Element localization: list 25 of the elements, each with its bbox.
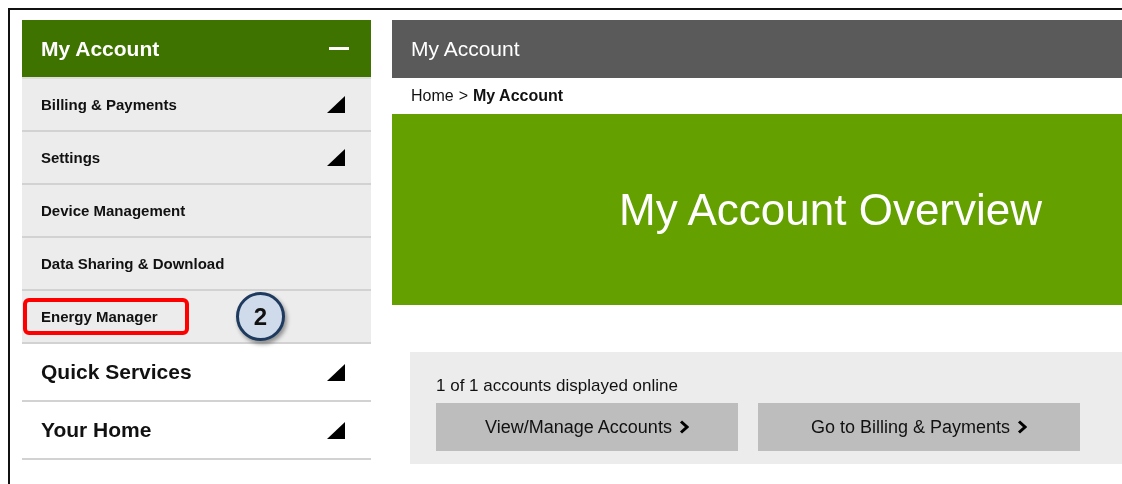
step-badge: 2 bbox=[236, 292, 285, 341]
sidebar-section[interactable]: Your Home bbox=[22, 402, 371, 460]
sidebar-item[interactable]: Billing & Payments bbox=[22, 79, 371, 132]
banner-title: My Account Overview bbox=[619, 184, 1043, 235]
action-button[interactable]: Go to Billing & Payments bbox=[758, 403, 1080, 451]
menu-label: Device Management bbox=[41, 201, 186, 221]
action-button[interactable]: View/Manage Accounts bbox=[436, 403, 738, 451]
sidebar-item[interactable]: Settings bbox=[22, 132, 371, 185]
sidebar-title: My Account bbox=[41, 36, 160, 61]
sidebar-item[interactable]: Energy Manager 2 bbox=[22, 291, 371, 344]
accounts-summary: 1 of 1 accounts displayed online bbox=[436, 376, 679, 396]
page-title: My Account bbox=[411, 37, 520, 61]
sidebar-section[interactable]: Quick Services bbox=[22, 344, 371, 402]
chevron-icon bbox=[678, 420, 689, 434]
sidebar-item[interactable]: Data Sharing & Download bbox=[22, 238, 371, 291]
breadcrumb-item[interactable]: Home bbox=[411, 87, 454, 105]
menu-label: Billing & Payments bbox=[41, 95, 177, 115]
breadcrumb-item: My Account bbox=[473, 87, 564, 105]
breadcrumb-item[interactable]: > bbox=[458, 87, 469, 105]
sidebar-item[interactable]: Device Management bbox=[22, 185, 371, 238]
menu-label: Data Sharing & Download bbox=[41, 254, 225, 274]
chevron-icon bbox=[1017, 420, 1028, 434]
collapse-icon[interactable] bbox=[329, 47, 349, 50]
menu-label: Settings bbox=[41, 148, 101, 168]
sidebar-header[interactable]: My Account bbox=[22, 20, 371, 79]
